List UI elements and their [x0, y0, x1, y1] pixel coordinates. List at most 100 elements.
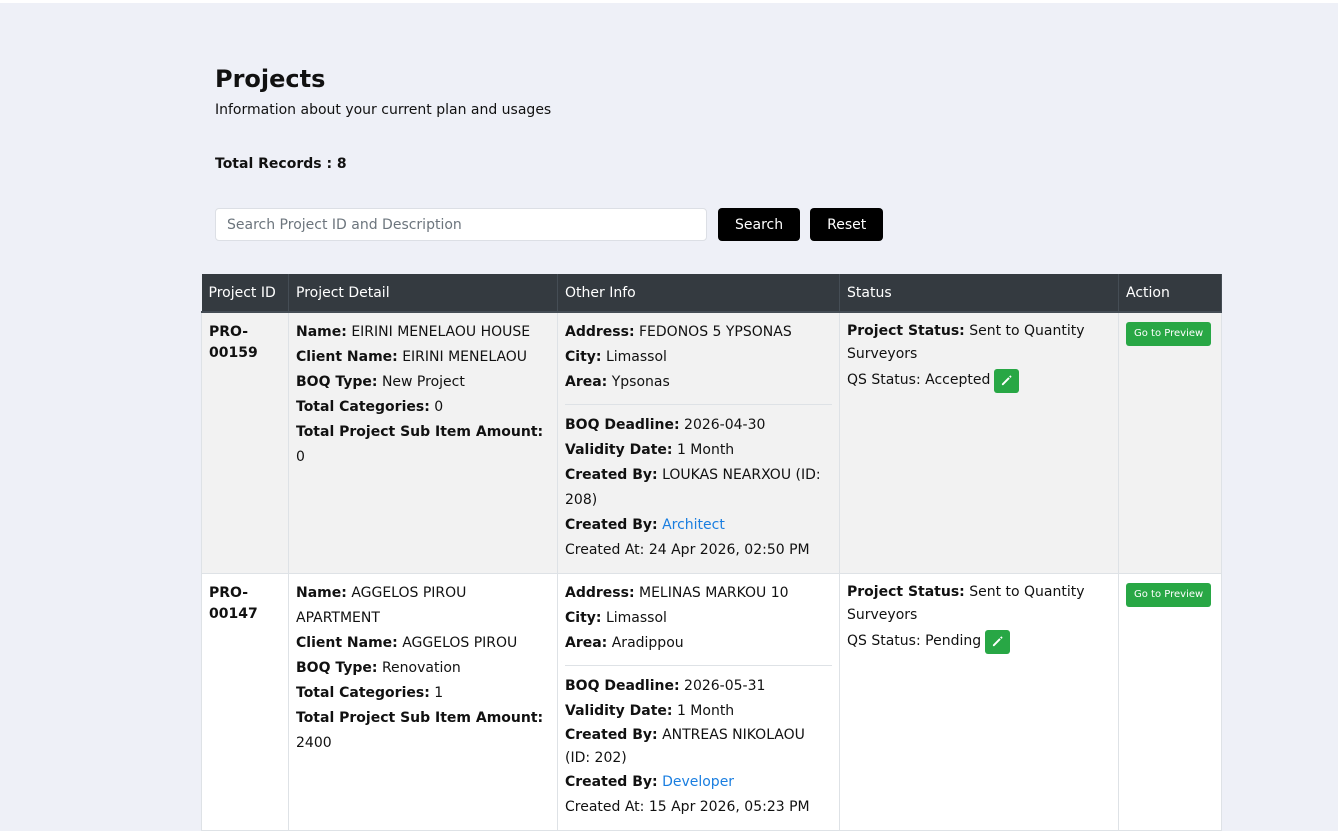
validity-date-line: Validity Date: 1 Month [565, 699, 832, 724]
client-name-label: Client Name: [296, 349, 398, 365]
address-value: FEDONOS 5 YPSONAS [639, 324, 792, 340]
client-name-line: Client Name: EIRINI MENELAOU [296, 345, 550, 370]
edit-qs-status-button[interactable] [994, 368, 1020, 393]
column-header-project-id[interactable]: Project ID [201, 274, 289, 313]
total-categories-line: Total Categories: 0 [296, 395, 550, 420]
column-header-action[interactable]: Action [1118, 274, 1222, 313]
boq-type-label: BOQ Type: [296, 660, 378, 676]
name-line: Name: EIRINI MENELAOU HOUSE [296, 320, 550, 345]
total-categories-value: 1 [434, 685, 444, 701]
project-status-line: Project Status: Sent to Quantity Surveyo… [847, 320, 1111, 366]
area-line: Area: Aradippou [565, 631, 832, 656]
total-sub-item-value: 2400 [296, 735, 332, 751]
total-sub-item-line: Total Project Sub Item Amount: 2400 [296, 706, 550, 756]
boq-type-value: New Project [381, 374, 465, 390]
validity-date-line: Validity Date: 1 Month [565, 438, 832, 463]
divider [565, 404, 832, 405]
total-sub-item-label: Total Project Sub Item Amount: [296, 424, 544, 440]
qs-status-line: QS Status: Pending [847, 629, 1111, 654]
created-by-line: Created By: ANTREAS NIKOLAOU (ID: 202) [565, 724, 832, 770]
boq-deadline-value: 2026-05-31 [684, 678, 766, 694]
page-header: Projects Information about your current … [215, 58, 1221, 241]
other-info-cell: Address: MELINAS MARKOU 10 City: Limasso… [557, 573, 840, 831]
projects-table: Project ID Project Detail Other Info Sta… [201, 274, 1222, 831]
table-row: PRO-00147 Name: AGGELOS PIROU APARTMENT … [201, 573, 1222, 831]
client-name-value: EIRINI MENELAOU [402, 349, 528, 365]
page-subtitle: Information about your current plan and … [215, 102, 552, 118]
boq-type-line: BOQ Type: New Project [296, 370, 550, 395]
validity-date-label: Validity Date: [565, 703, 673, 719]
name-label: Name: [296, 585, 347, 601]
total-categories-label: Total Categories: [296, 685, 430, 701]
address-line: Address: MELINAS MARKOU 10 [565, 581, 832, 606]
action-cell: Go to Preview [1118, 573, 1222, 831]
boq-deadline-line: BOQ Deadline: 2026-04-30 [565, 413, 832, 438]
search-bar: Search Reset [215, 208, 884, 241]
boq-type-value: Renovation [381, 660, 461, 676]
area-label: Area: [565, 374, 608, 390]
project-status-label: Project Status: [847, 584, 965, 600]
validity-date-label: Validity Date: [565, 442, 673, 458]
created-at-line: Created At: 24 Apr 2026, 02:50 PM [565, 542, 810, 558]
city-line: City: Limassol [565, 345, 832, 370]
created-by-role-label: Created By: [565, 517, 658, 533]
search-input[interactable] [215, 208, 707, 241]
area-label: Area: [565, 635, 608, 651]
project-detail-cell: Name: AGGELOS PIROU APARTMENT Client Nam… [288, 573, 558, 831]
qs-status-value: QS Status: Accepted [847, 372, 991, 388]
address-label: Address: [565, 585, 635, 601]
client-name-line: Client Name: AGGELOS PIROU [296, 631, 550, 656]
column-header-other-info[interactable]: Other Info [557, 274, 840, 313]
boq-deadline-label: BOQ Deadline: [565, 678, 680, 694]
name-line: Name: AGGELOS PIROU APARTMENT [296, 581, 550, 631]
created-by-role-line: Created By: Architect [565, 513, 832, 538]
created-by-role-label: Created By: [565, 774, 658, 790]
client-name-value: AGGELOS PIROU [402, 635, 518, 651]
qs-status-line: QS Status: Accepted [847, 368, 1111, 393]
reset-button[interactable]: Reset [810, 208, 884, 241]
client-name-label: Client Name: [296, 635, 398, 651]
boq-type-label: BOQ Type: [296, 374, 378, 390]
address-line: Address: FEDONOS 5 YPSONAS [565, 320, 832, 345]
top-strip [0, 0, 1338, 3]
area-line: Area: Ypsonas [565, 370, 832, 395]
created-by-role-link[interactable]: Developer [662, 774, 734, 790]
total-records: Total Records : 8 [215, 156, 347, 172]
created-at-line: Created At: 15 Apr 2026, 05:23 PM [565, 799, 810, 815]
name-value: EIRINI MENELAOU HOUSE [351, 324, 531, 340]
total-categories-label: Total Categories: [296, 399, 430, 415]
status-cell: Project Status: Sent to Quantity Surveyo… [839, 573, 1119, 831]
divider [565, 665, 832, 666]
area-value: Ypsonas [611, 374, 670, 390]
address-value: MELINAS MARKOU 10 [639, 585, 789, 601]
go-to-preview-button[interactable]: Go to Preview [1126, 322, 1212, 346]
column-header-project-detail[interactable]: Project Detail [288, 274, 558, 313]
other-info-cell: Address: FEDONOS 5 YPSONAS City: Limasso… [557, 311, 840, 574]
boq-deadline-line: BOQ Deadline: 2026-05-31 [565, 674, 832, 699]
pencil-icon [993, 636, 1003, 647]
created-by-line: Created By: LOUKAS NEARXOU (ID: 208) [565, 463, 832, 513]
name-label: Name: [296, 324, 347, 340]
boq-type-line: BOQ Type: Renovation [296, 656, 550, 681]
area-value: Aradippou [611, 635, 684, 651]
total-categories-line: Total Categories: 1 [296, 681, 550, 706]
column-header-status[interactable]: Status [839, 274, 1119, 313]
edit-qs-status-button[interactable] [985, 629, 1011, 654]
boq-deadline-label: BOQ Deadline: [565, 417, 680, 433]
project-id-cell: PRO-00159 [201, 311, 289, 574]
city-line: City: Limassol [565, 606, 832, 631]
table-row: PRO-00159 Name: EIRINI MENELAOU HOUSE Cl… [201, 311, 1222, 574]
search-button[interactable]: Search [718, 208, 801, 241]
address-label: Address: [565, 324, 635, 340]
validity-date-value: 1 Month [676, 442, 735, 458]
go-to-preview-button[interactable]: Go to Preview [1126, 583, 1212, 607]
action-cell: Go to Preview [1118, 311, 1222, 574]
total-categories-value: 0 [434, 399, 444, 415]
project-id-cell: PRO-00147 [201, 573, 289, 831]
boq-deadline-value: 2026-04-30 [684, 417, 766, 433]
total-sub-item-label: Total Project Sub Item Amount: [296, 710, 544, 726]
created-by-role-link[interactable]: Architect [662, 517, 725, 533]
created-by-label: Created By: [565, 727, 658, 743]
city-value: Limassol [605, 610, 667, 626]
project-detail-cell: Name: EIRINI MENELAOU HOUSE Client Name:… [288, 311, 558, 574]
